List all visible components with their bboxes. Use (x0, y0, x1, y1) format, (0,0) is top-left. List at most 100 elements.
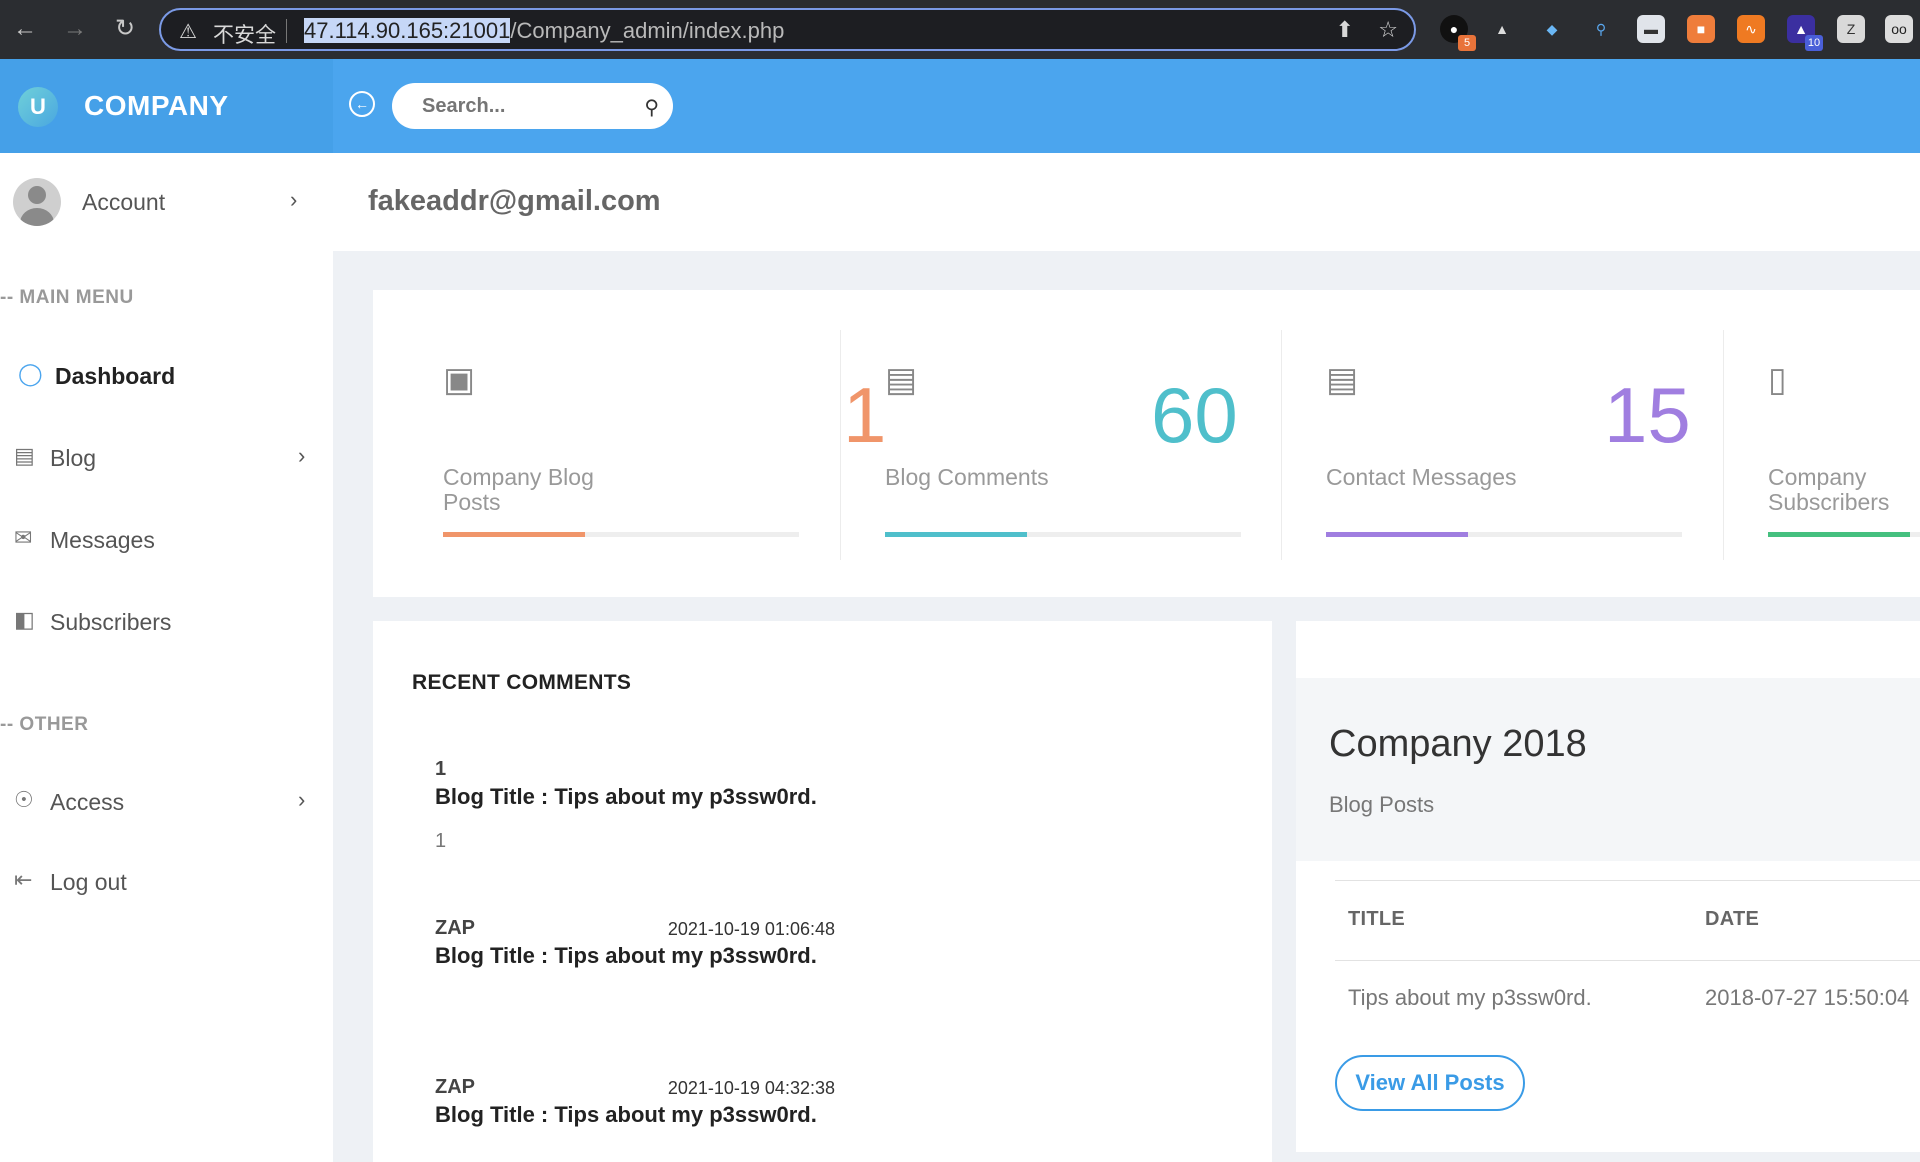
forward-arrow-icon[interactable]: → (58, 12, 92, 46)
bookmark-star-icon[interactable]: ☆ (1378, 17, 1398, 43)
url-path: /Company_admin/index.php (510, 18, 785, 43)
extension-badge: 10 (1805, 35, 1823, 51)
envelope-icon: ✉ (14, 525, 33, 550)
stat-value: 15 (1604, 371, 1691, 459)
sidebar: Account › -- MAIN MENU ◯ Dashboard ▤ Blo… (0, 153, 333, 1162)
company-subtitle: Blog Posts (1329, 792, 1435, 817)
divider (1335, 960, 1920, 961)
company-header: Company 2018 Blog Posts (1296, 678, 1920, 861)
progress-fill (443, 532, 586, 537)
sidebar-item-label: Blog (50, 445, 97, 471)
insecure-label: 不安全 (213, 24, 276, 47)
document-list-icon: ▤ (1326, 361, 1359, 399)
comment-author: 1 (435, 758, 447, 780)
pin-extension-icon[interactable]: ⚲ (1587, 15, 1615, 43)
reload-icon[interactable]: ↻ (108, 12, 142, 46)
diamond-extension-icon[interactable]: ◆ (1538, 15, 1566, 43)
cell-title[interactable]: Tips about my p3ssw0rd. (1348, 985, 1592, 1011)
cell-date: 2018-07-27 15:50:04 (1705, 985, 1910, 1010)
recent-comments-card: RECENT COMMENTS 1 Blog Title : Tips abou… (373, 621, 1272, 1162)
progress-track (443, 532, 799, 537)
sidebar-item-logout[interactable]: ⇤ Log out (0, 857, 333, 907)
brand-name: COMPANY (84, 90, 229, 121)
progress-track (1768, 532, 1920, 537)
stat-value: 60 (1151, 371, 1238, 459)
account-label: Account (82, 189, 166, 215)
clipboard-icon: ▯ (1768, 361, 1787, 399)
warning-icon: ⚠ (179, 21, 197, 43)
sidebar-item-blog[interactable]: ▤ Blog › (0, 433, 333, 483)
url-text[interactable]: 47.114.90.165:21001/Company_admin/index.… (304, 18, 784, 44)
sidebar-item-subscribers[interactable]: ◧ Subscribers (0, 597, 333, 647)
stat-label: Blog Comments (885, 464, 1049, 490)
stopwatch-icon: ◯ (18, 361, 43, 386)
view-all-posts-button[interactable]: View All Posts (1335, 1055, 1525, 1111)
hat-extension-icon[interactable]: ▲ (1488, 15, 1516, 43)
user-email-bar: fakeaddr@gmail.com (333, 153, 1920, 251)
logout-icon: ⇤ (14, 867, 33, 892)
comment-blog-title: Blog Title : Tips about my p3ssw0rd. (435, 943, 817, 968)
divider (1335, 880, 1920, 881)
extension-badge: 5 (1458, 35, 1476, 51)
sidebar-item-messages[interactable]: ✉ Messages (0, 515, 333, 565)
stat-blog-posts[interactable]: ▣ Company Blog Posts 1 (443, 330, 886, 560)
user-email: fakeaddr@gmail.com (368, 185, 661, 217)
column-header-title: TITLE (1348, 908, 1406, 930)
divider (286, 19, 287, 43)
brand[interactable]: U COMPANY (0, 59, 333, 153)
eye-icon: ☉ (14, 787, 34, 812)
progress-fill (1768, 532, 1911, 537)
card-title: RECENT COMMENTS (412, 671, 632, 694)
progress-fill (1326, 532, 1469, 537)
stat-label: Contact Messages (1326, 464, 1517, 490)
stat-label: Company Subscribers (1768, 464, 1890, 515)
search-input[interactable] (422, 93, 622, 119)
sidebar-item-label: Log out (50, 869, 127, 895)
stats-card: ▣ Company Blog Posts 1 ▤ Blog Comments 6… (373, 290, 1920, 597)
sidebar-item-access[interactable]: ☉ Access › (0, 777, 333, 827)
stat-label: Company Blog Posts (443, 464, 594, 515)
avatar (13, 178, 61, 226)
comment-author: ZAP (435, 1076, 475, 1098)
document-icon: ▤ (14, 443, 35, 468)
z-extension-icon[interactable]: Z (1837, 15, 1865, 43)
comment-date: 2021-10-19 01:06:48 (667, 919, 835, 939)
sidebar-item-account[interactable]: Account › (0, 153, 333, 249)
chevron-right-icon: › (298, 443, 306, 468)
glasses-extension-icon[interactable]: oo (1885, 15, 1913, 43)
search-box[interactable]: ⚲ (392, 83, 673, 129)
rss-extension-icon[interactable]: ∿ (1737, 15, 1765, 43)
sidebar-item-dashboard[interactable]: ◯ Dashboard (0, 351, 333, 401)
comment-blog-title: Blog Title : Tips about my p3ssw0rd. (435, 784, 817, 809)
comment-body: 1 (435, 830, 447, 852)
sidebar-item-label: Subscribers (50, 609, 172, 635)
main-menu-label: -- MAIN MENU (0, 287, 134, 308)
chevron-right-icon: › (290, 187, 298, 212)
cap-extension-icon[interactable]: ▲ 10 (1787, 15, 1823, 51)
search-icon[interactable]: ⚲ (644, 95, 659, 120)
logo-icon: U (18, 87, 58, 127)
back-arrow-icon[interactable]: ← (8, 12, 42, 46)
url-host: 47.114.90.165:21001 (304, 18, 511, 43)
company-posts-card: Company 2018 Blog Posts TITLE DATE Tips … (1296, 621, 1920, 1152)
sidebar-item-label: Dashboard (55, 363, 176, 389)
comment-date: 2021-10-19 04:32:38 (667, 1078, 835, 1098)
book-icon: ◧ (14, 607, 35, 632)
company-title: Company 2018 (1329, 723, 1587, 765)
collapse-sidebar-icon[interactable]: ← (349, 91, 375, 117)
chevron-right-icon: › (298, 787, 306, 812)
progress-fill (885, 532, 1028, 537)
stat-company-subscribers[interactable]: ▯ Company Subscribers (1723, 330, 1920, 560)
sidebar-item-label: Access (50, 789, 125, 815)
app-header: U COMPANY ← ⚲ (0, 59, 1920, 153)
stat-contact-messages[interactable]: ▤ Contact Messages 15 (1281, 330, 1721, 560)
orange-extension-icon[interactable]: ■ (1687, 15, 1715, 43)
address-bar[interactable]: ⚠ 不安全 47.114.90.165:21001/Company_admin/… (159, 8, 1416, 51)
stat-blog-comments[interactable]: ▤ Blog Comments 60 (840, 330, 1280, 560)
progress-track (1326, 532, 1682, 537)
extension-icon[interactable]: ● 5 (1440, 15, 1476, 51)
window-extension-icon[interactable]: ▬ (1637, 15, 1665, 43)
share-icon[interactable]: ⬆ (1336, 17, 1354, 43)
comment-author: ZAP (435, 917, 475, 939)
browser-chrome: ← → ↻ ⚠ 不安全 47.114.90.165:21001/Company_… (0, 0, 1920, 59)
